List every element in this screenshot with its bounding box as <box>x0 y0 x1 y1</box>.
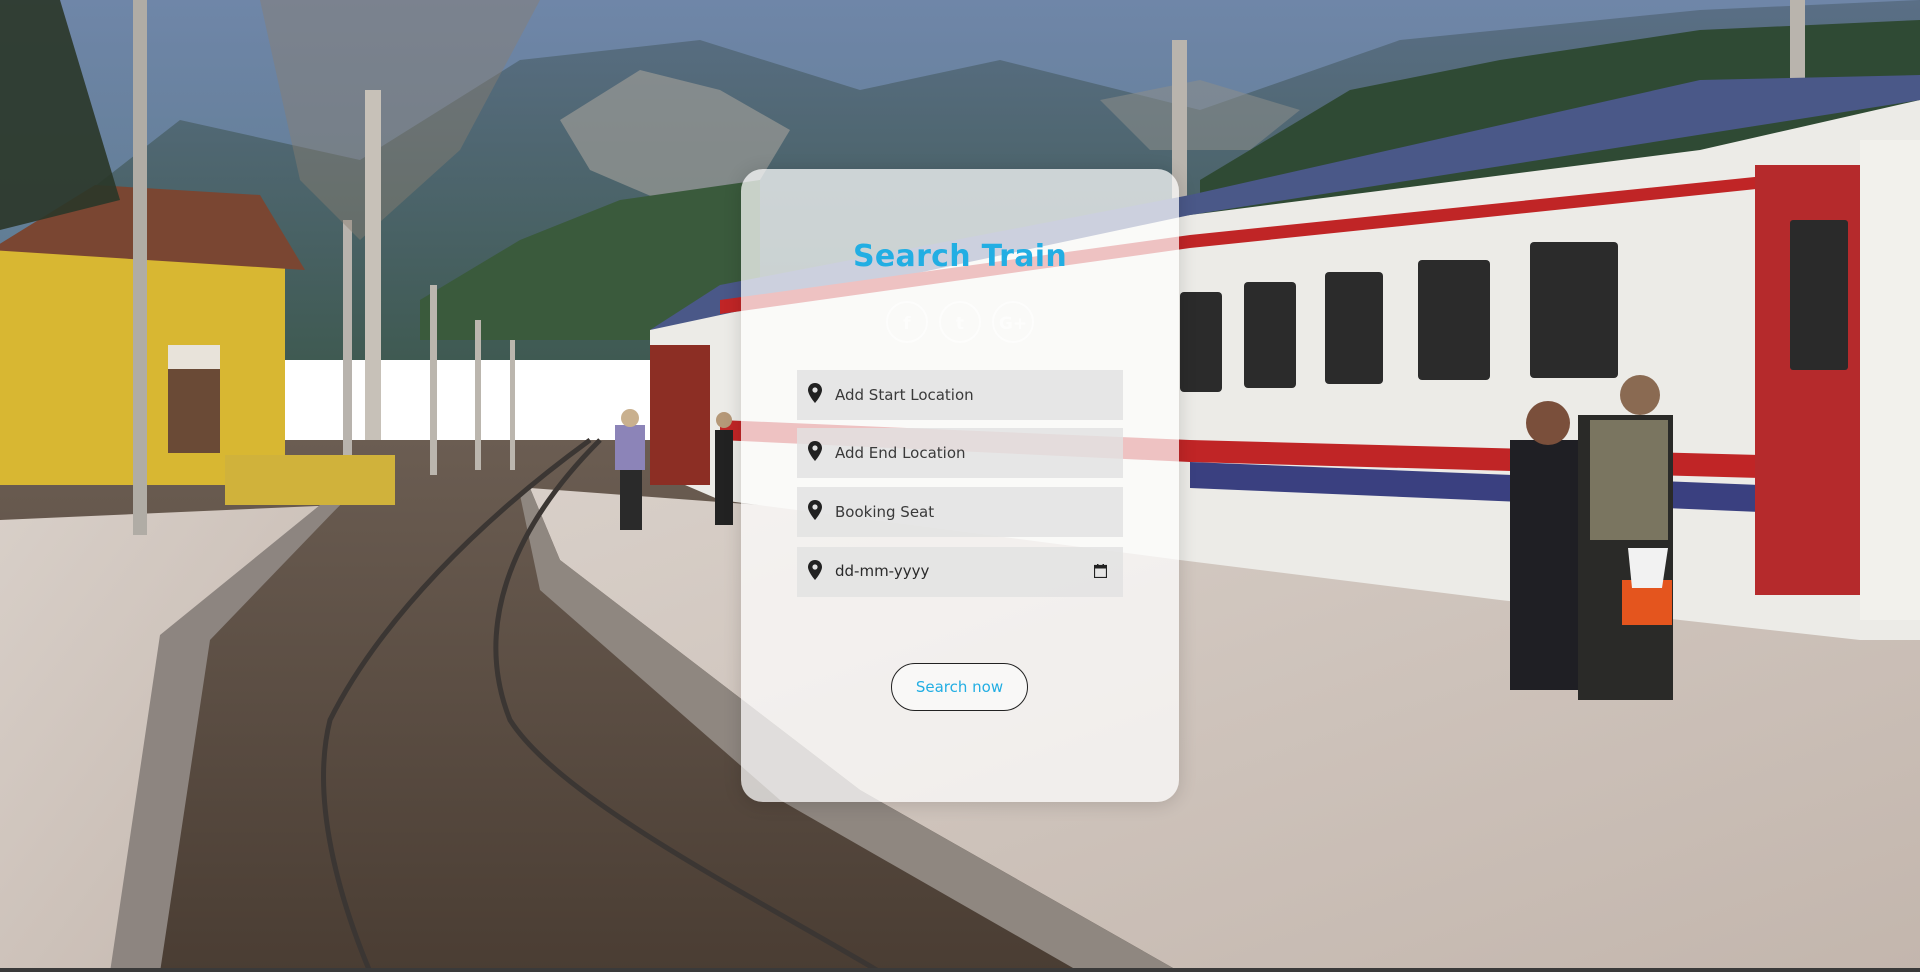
search-card: Search Train f t G+ dd-mm-yyyy <box>741 169 1179 802</box>
date-input[interactable]: dd-mm-yyyy <box>835 562 929 580</box>
twitter-icon[interactable]: t <box>939 301 981 343</box>
location-pin-icon <box>808 500 822 520</box>
end-location-field <box>797 428 1123 478</box>
location-pin-icon <box>808 560 822 580</box>
location-pin-icon <box>808 383 822 403</box>
start-location-input[interactable] <box>835 370 1105 420</box>
google-icon[interactable]: G+ <box>992 301 1034 343</box>
date-field[interactable]: dd-mm-yyyy <box>797 547 1123 597</box>
facebook-icon[interactable]: f <box>886 301 928 343</box>
calendar-icon[interactable] <box>1094 564 1107 578</box>
booking-seat-input[interactable] <box>835 487 1105 537</box>
start-location-field <box>797 370 1123 420</box>
bottom-strip <box>0 968 1920 972</box>
search-button[interactable]: Search now <box>891 663 1028 711</box>
booking-seat-field <box>797 487 1123 537</box>
location-pin-icon <box>808 441 822 461</box>
end-location-input[interactable] <box>835 428 1105 478</box>
card-title: Search Train <box>852 239 1068 274</box>
